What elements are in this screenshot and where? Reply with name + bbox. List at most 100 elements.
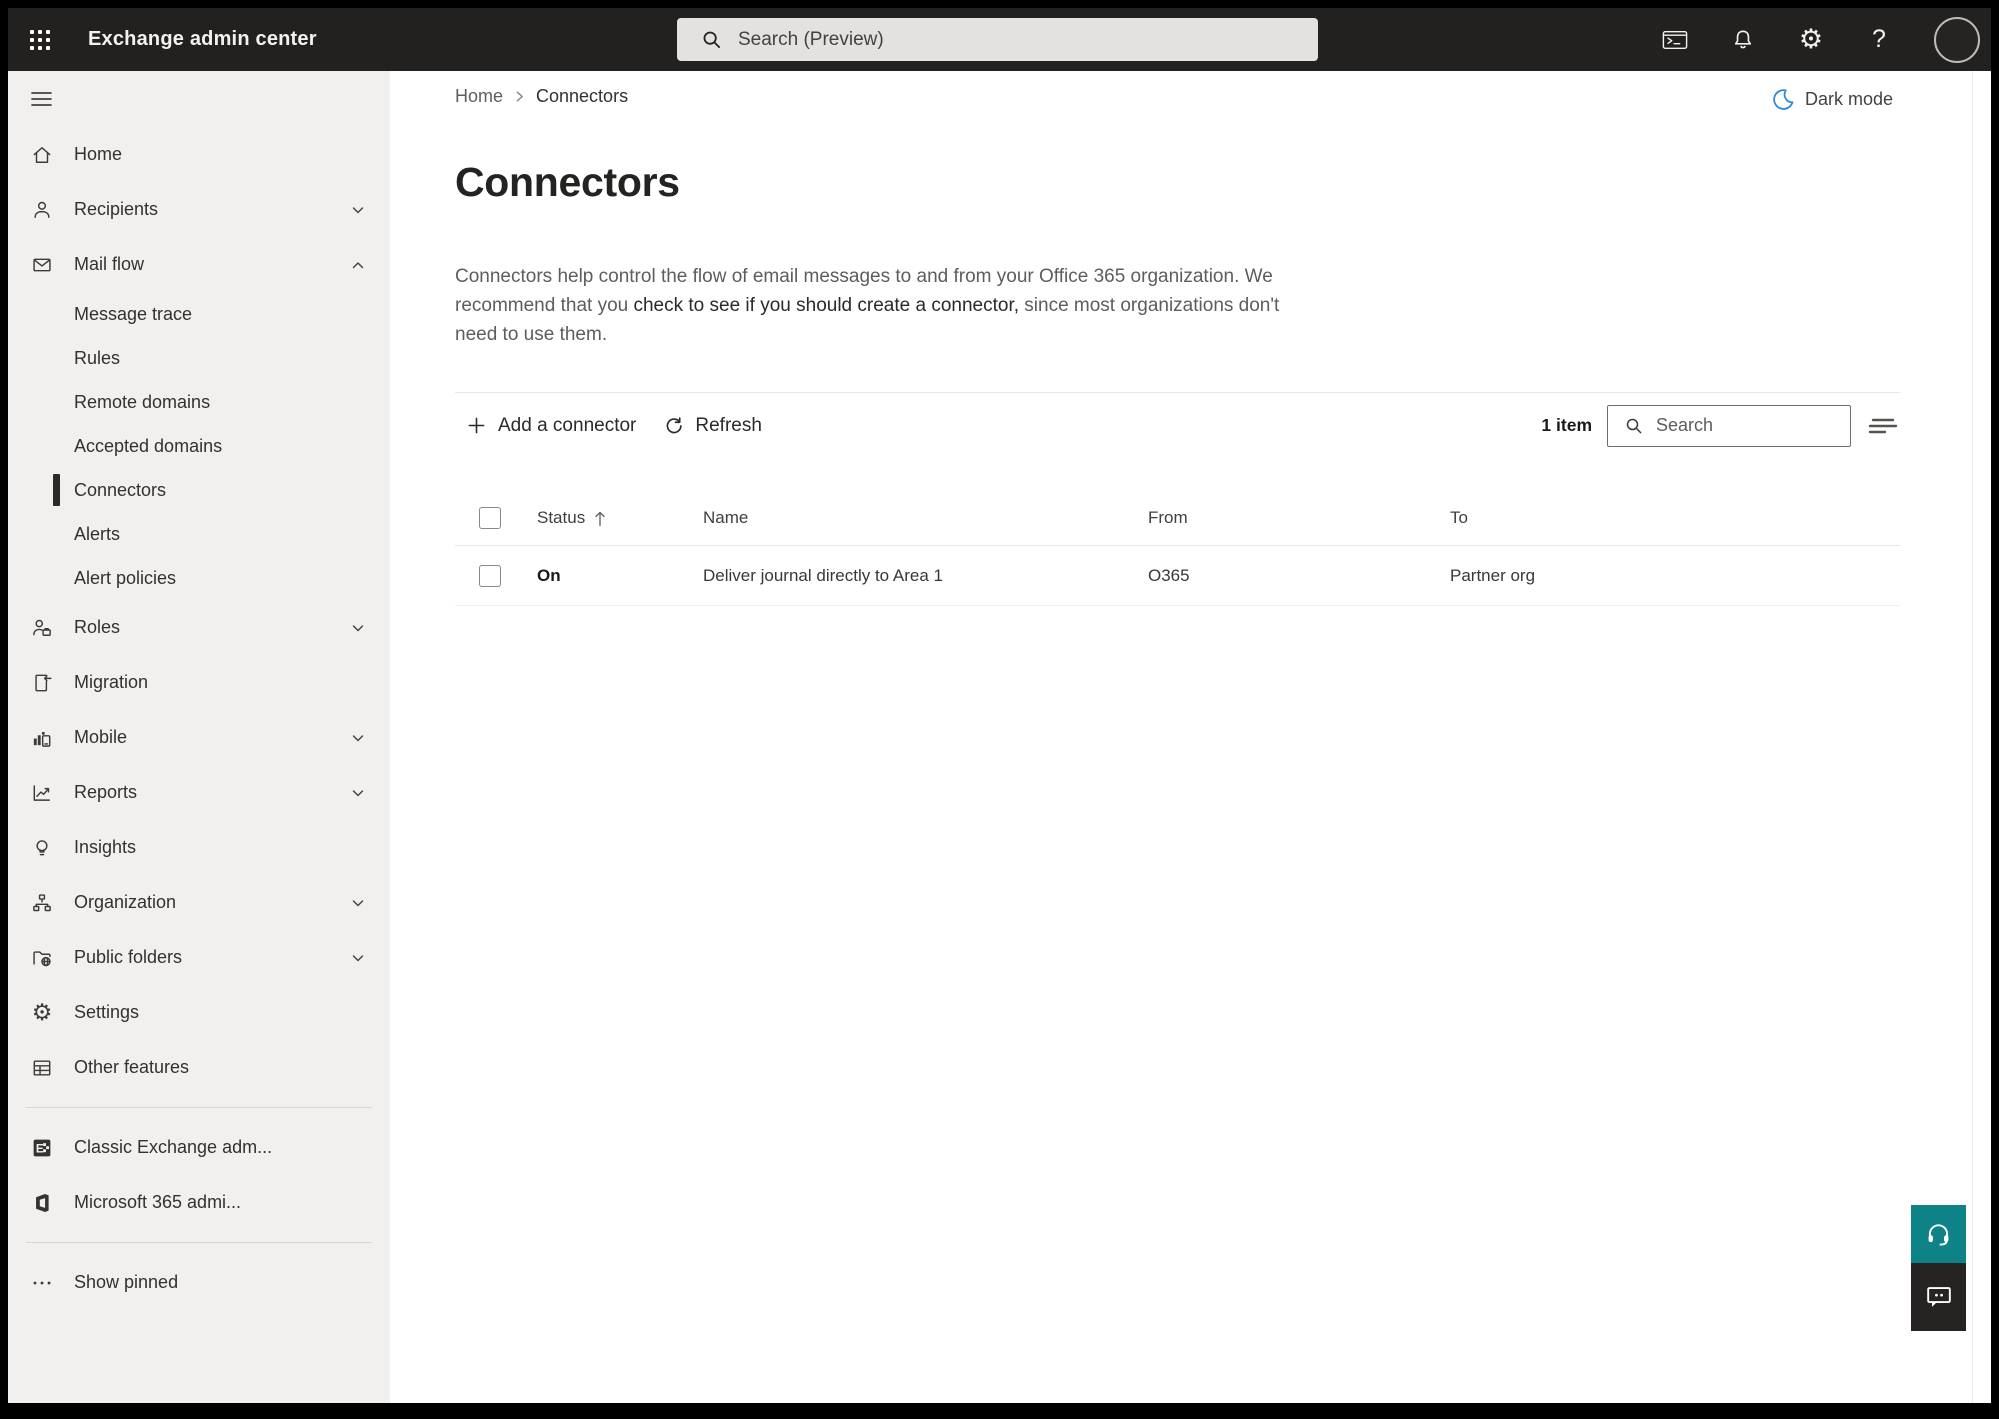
ellipsis-icon [30,1271,54,1295]
chevron-down-icon [350,895,366,911]
sidebar-item-rules[interactable]: Rules [8,336,390,380]
person-badge-icon [30,616,54,640]
sidebar-item-other-features[interactable]: Other features [8,1040,390,1095]
envelope-icon [30,253,54,277]
sidebar-item-insights[interactable]: Insights [8,820,390,875]
feedback-button[interactable] [1911,1263,1966,1331]
sidebar-item-label: Insights [74,837,137,857]
filter-icon[interactable] [1866,413,1900,439]
sidebar-item-mobile[interactable]: Mobile [8,710,390,765]
sidebar-item-label: Rules [74,347,121,368]
breadcrumb-current[interactable]: Connectors [536,86,628,107]
search-icon [677,29,736,50]
sidebar-item-mail-flow[interactable]: Mail flow [8,237,390,292]
help-icon[interactable]: ? [1866,25,1892,55]
sidebar-item-label: Microsoft 365 admi... [74,1192,242,1212]
sidebar-item-label: Organization [74,892,177,912]
scrollbar-gutter[interactable] [1972,71,1991,1403]
sidebar-item-label: Settings [74,1002,140,1022]
folder-globe-icon [30,946,54,970]
moon-icon [1771,87,1796,112]
sidebar-item-label: Public folders [74,947,183,967]
breadcrumb-home-link[interactable]: Home [455,86,503,107]
row-checkbox[interactable] [479,564,501,587]
notifications-bell-icon[interactable] [1730,25,1756,55]
sidebar-divider [26,1242,372,1243]
sidebar-item-reports[interactable]: Reports [8,765,390,820]
microsoft-365-logo-icon [30,1191,54,1215]
global-search-input[interactable] [736,27,1318,52]
sidebar-item-alerts[interactable]: Alerts [8,512,390,556]
main-content: Home Connectors Dark mode Connectors Con… [390,71,1991,1403]
sidebar-nav: Home Recipients Mail flow Message trace … [8,71,390,1403]
plus-icon [466,415,487,436]
table-row[interactable]: On Deliver journal directly to Area 1 O3… [455,546,1900,606]
chevron-up-icon [350,257,366,273]
home-icon [30,143,54,167]
sidebar-item-label: Connectors [74,479,167,500]
global-search[interactable] [677,18,1318,61]
sidebar-item-label: Show pinned [74,1272,179,1292]
list-search[interactable] [1607,404,1851,447]
table-header: Status Name From To [455,491,1900,545]
sidebar-item-connectors[interactable]: Connectors [8,468,390,512]
sort-ascending-icon [594,510,606,527]
help-support-button[interactable] [1911,1205,1966,1263]
terminal-icon[interactable] [1662,25,1688,55]
sidebar-item-label: Classic Exchange adm... [74,1137,273,1157]
sidebar-item-label: Migration [74,672,149,692]
table-grid-icon [30,1056,54,1080]
sidebar-item-label: Mail flow [74,254,145,274]
dark-mode-toggle[interactable]: Dark mode [1771,87,1893,112]
screen: Exchange admin center Search (Preview) ⚙… [0,0,1999,1419]
connector-name[interactable]: Deliver journal directly to Area 1 [703,566,1148,586]
sidebar-item-roles[interactable]: Roles [8,600,390,655]
add-connector-button[interactable]: Add a connector [466,415,636,437]
person-icon [30,198,54,222]
sidebar-item-organization[interactable]: Organization [8,875,390,930]
column-header-status[interactable]: Status [537,508,585,528]
account-avatar[interactable] [1934,16,1980,63]
sidebar-item-label: Other features [74,1057,190,1077]
org-chart-icon [30,891,54,915]
sidebar-item-accepted-domains[interactable]: Accepted domains [8,424,390,468]
sidebar-item-alert-policies[interactable]: Alert policies [8,556,390,600]
sidebar-item-label: Home [74,144,123,164]
sidebar-divider [26,1107,372,1108]
hamburger-menu-icon[interactable] [8,71,390,127]
topbar-actions: ⚙ ? [1662,8,1982,71]
sidebar-item-public-folders[interactable]: Public folders [8,930,390,985]
toolbar-right: 1 item [1541,404,1900,447]
sidebar-item-settings[interactable]: ⚙ Settings [8,985,390,1040]
item-count: 1 item [1541,415,1592,435]
sidebar-item-migration[interactable]: Migration [8,655,390,710]
select-all-checkbox[interactable] [479,507,501,529]
connector-status: On [537,565,561,585]
connectors-table: Status Name From To On Deliver journal d… [455,491,1900,606]
sidebar-item-label: Alerts [74,523,121,544]
headset-icon [1925,1221,1952,1248]
chevron-down-icon [350,730,366,746]
column-header-name[interactable]: Name [703,508,1148,528]
settings-gear-icon[interactable]: ⚙ [1798,25,1824,55]
sidebar-item-remote-domains[interactable]: Remote domains [8,380,390,424]
document-arrow-icon [30,671,54,695]
column-header-to[interactable]: To [1450,508,1900,528]
sidebar-item-home[interactable]: Home [8,127,390,182]
sidebar-item-microsoft-365[interactable]: Microsoft 365 admi... [8,1175,390,1230]
sidebar-item-message-trace[interactable]: Message trace [8,292,390,336]
refresh-button[interactable]: Refresh [663,415,762,437]
refresh-label: Refresh [695,414,762,436]
sidebar-item-recipients[interactable]: Recipients [8,182,390,237]
command-bar: Add a connector Refresh 1 item [455,393,1900,458]
create-connector-link[interactable]: check to see if you should create a conn… [633,295,1019,316]
list-search-input[interactable] [1654,414,1850,437]
app-launcher-icon[interactable] [30,29,50,50]
column-header-from[interactable]: From [1148,508,1450,528]
sidebar-item-label: Message trace [74,303,193,324]
page-description: Connectors help control the flow of emai… [455,262,1310,349]
body-row: Home Recipients Mail flow Message trace … [8,71,1991,1403]
sidebar-item-classic-exchange[interactable]: E Classic Exchange adm... [8,1120,390,1175]
exchange-admin-window: Exchange admin center Search (Preview) ⚙… [8,8,1991,1403]
sidebar-item-show-pinned[interactable]: Show pinned [8,1255,390,1310]
